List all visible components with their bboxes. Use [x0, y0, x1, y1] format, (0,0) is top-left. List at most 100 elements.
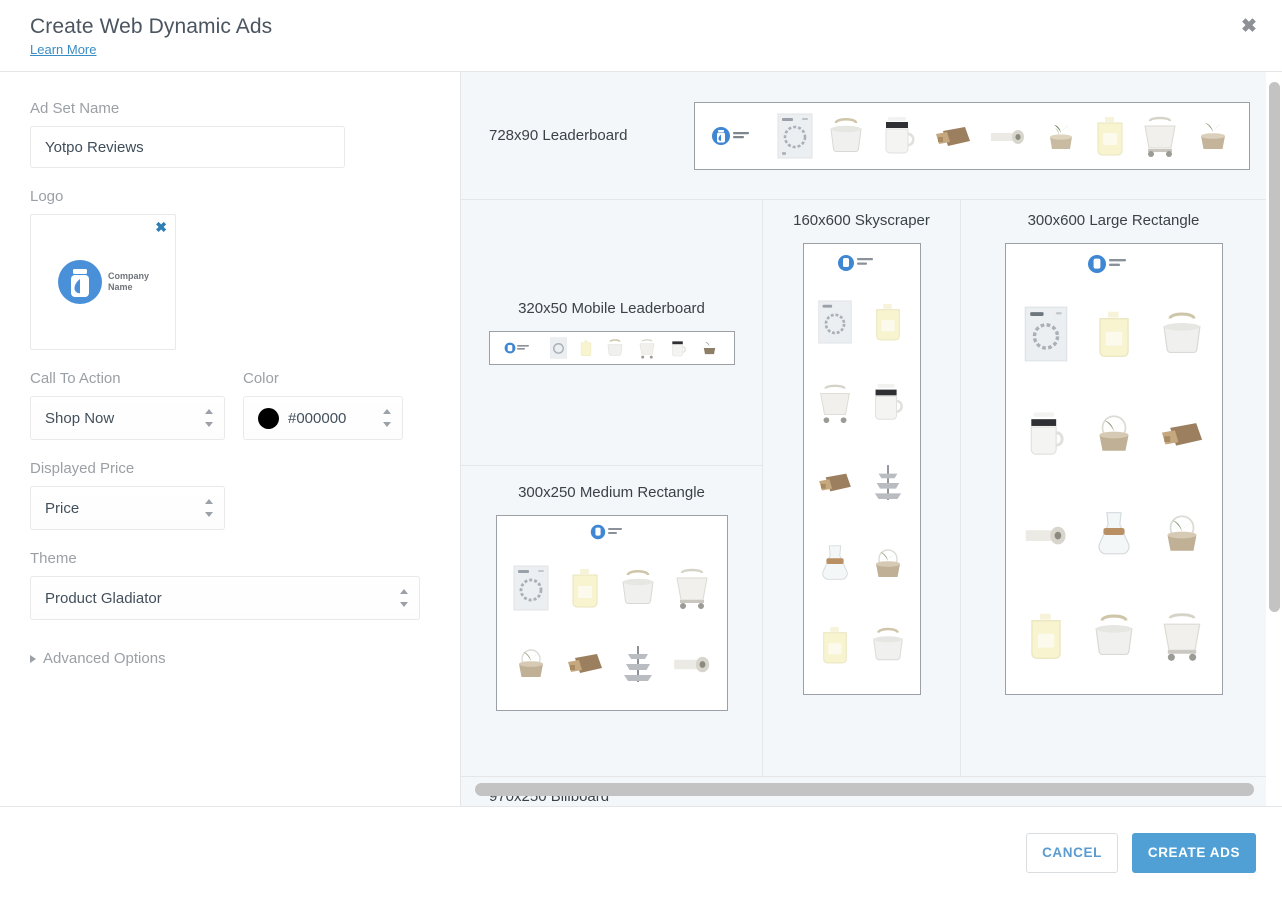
field-theme: Theme Product Gladiator: [30, 550, 430, 620]
brand-name-line1: Company: [107, 271, 149, 281]
product-wood-log-image: [818, 474, 851, 492]
preview-horizontal-scrollbar[interactable]: [475, 783, 1254, 796]
product-cell: [1082, 611, 1146, 661]
leaderboard-ad-frame[interactable]: [694, 101, 1250, 170]
product-basket-image: [1094, 614, 1133, 655]
product-poster-image: [1024, 306, 1067, 362]
product-poster-image: [513, 565, 549, 611]
field-logo: Logo ✖ Company Name: [30, 188, 430, 350]
product-cell: [863, 461, 914, 505]
close-icon[interactable]: ✖: [1238, 16, 1260, 38]
product-cell: [1082, 412, 1146, 458]
product-cell: [1150, 610, 1214, 662]
product-basket-image: [622, 569, 654, 604]
large-rectangle-label: 300x600 Large Rectangle: [1027, 212, 1200, 229]
field-color: Color #000000: [243, 370, 403, 440]
call-to-action-select[interactable]: Shop Now: [30, 396, 225, 440]
leaderboard-label: 728x90 Leaderboard: [489, 127, 628, 144]
product-glass-carafe-image: [1097, 511, 1130, 555]
product-laundry-cart-image: [1163, 612, 1200, 661]
preview-leaderboard: 728x90 Leaderboard: [461, 72, 1266, 200]
product-cell: [863, 300, 914, 344]
mobile-leaderboard-ad-frame[interactable]: [488, 331, 735, 365]
medium-product-grid: [507, 551, 717, 700]
large-product-grid: [1014, 285, 1214, 684]
stepper-icon[interactable]: [399, 589, 408, 607]
field-displayed-price: Displayed Price Price: [30, 460, 430, 530]
product-wood-log-image: [567, 654, 602, 674]
product-laundry-cart-image: [819, 384, 850, 423]
company-logo-icon: [504, 342, 529, 354]
learn-more-link[interactable]: Learn More: [30, 42, 96, 57]
preview-middle-row: 320x50 Mobile Leaderboard 300x250 Medium…: [461, 200, 1266, 776]
product-planter-image: [704, 341, 716, 355]
preview-large-rectangle: 300x600 Large Rectangle: [961, 200, 1266, 776]
product-cell: [810, 542, 861, 586]
skyscraper-label: 160x600 Skyscraper: [793, 212, 930, 229]
product-cell: [863, 381, 914, 425]
product-press-mug-image: [672, 341, 687, 357]
product-rolled-mat-image: [991, 129, 1024, 144]
call-to-action-label: Call To Action: [30, 370, 121, 387]
color-picker[interactable]: #000000: [243, 396, 403, 440]
product-wood-log-image: [936, 126, 970, 146]
create-ads-button[interactable]: CREATE ADS: [1132, 832, 1256, 873]
product-poster-image: [818, 300, 852, 344]
call-to-action-value: Shop Now: [45, 409, 115, 427]
skyscraper-product-grid: [810, 283, 914, 684]
theme-label: Theme: [30, 550, 77, 567]
product-succulent-planter-image: [1201, 122, 1225, 149]
product-wood-log-image: [1161, 423, 1202, 446]
product-cell: [810, 382, 861, 424]
remove-logo-icon[interactable]: ✖: [155, 220, 167, 234]
skyscraper-ad-frame[interactable]: [802, 243, 921, 695]
company-logo-icon: [712, 126, 749, 145]
product-cell: [863, 625, 914, 665]
product-cell: [1014, 520, 1078, 550]
stepper-icon[interactable]: [382, 409, 391, 427]
advanced-options-toggle[interactable]: Advanced Options: [30, 650, 430, 667]
logo-label: Logo: [30, 188, 64, 205]
ad-set-name-input[interactable]: [30, 126, 345, 168]
preview-left-column: 320x50 Mobile Leaderboard 300x250 Medium…: [461, 200, 763, 776]
mobile-leaderboard-label: 320x50 Mobile Leaderboard: [518, 300, 705, 317]
product-cell: [1014, 306, 1078, 362]
product-succulent-planter-image: [876, 549, 901, 578]
modal-footer: CANCEL CREATE ADS: [0, 806, 1282, 898]
company-logo-icon: [57, 260, 102, 304]
logo-upload-box[interactable]: ✖ Company Name: [30, 214, 176, 350]
product-succulent-planter-image: [1098, 415, 1129, 451]
preview-vertical-scrollbar[interactable]: [1266, 72, 1282, 806]
product-tiered-stand-image: [624, 646, 653, 683]
product-succulent-planter-image: [1166, 515, 1197, 551]
product-laundry-cart-image: [676, 568, 708, 609]
company-logo-icon: [837, 255, 873, 271]
product-detergent-jug-image: [1097, 116, 1123, 155]
preview-scroll-area: 728x90 Leaderboard 320x50 Mobile Leaderb…: [461, 72, 1266, 806]
product-detergent-jug-image: [572, 568, 598, 608]
large-rectangle-ad-frame[interactable]: [1004, 243, 1223, 695]
product-poster-image: [549, 337, 567, 359]
company-logo-icon: [590, 524, 622, 540]
modal-header: Create Web Dynamic Ads Learn More ✖: [0, 0, 1282, 72]
theme-select[interactable]: Product Gladiator: [30, 576, 420, 620]
product-cell: [1014, 609, 1078, 663]
displayed-price-select[interactable]: Price: [30, 486, 225, 530]
cancel-button[interactable]: CANCEL: [1026, 832, 1118, 873]
theme-value: Product Gladiator: [45, 589, 162, 607]
product-cell: [810, 623, 861, 667]
ad-logo: [1087, 254, 1141, 279]
product-cell: [810, 469, 861, 497]
stepper-icon[interactable]: [204, 499, 213, 517]
medium-rectangle-ad-frame[interactable]: [495, 515, 728, 711]
product-laundry-cart-image: [1144, 116, 1176, 157]
product-cell: [1082, 508, 1146, 562]
stepper-icon[interactable]: [204, 409, 213, 427]
create-web-dynamic-ads-modal: Create Web Dynamic Ads Learn More ✖ Ad S…: [0, 0, 1282, 898]
displayed-price-label: Displayed Price: [30, 460, 135, 477]
product-detergent-jug-image: [1030, 613, 1061, 659]
product-cell: [614, 642, 664, 686]
product-press-mug-image: [1030, 412, 1064, 455]
scrollbar-thumb[interactable]: [1269, 82, 1280, 612]
product-cell: [560, 649, 610, 679]
